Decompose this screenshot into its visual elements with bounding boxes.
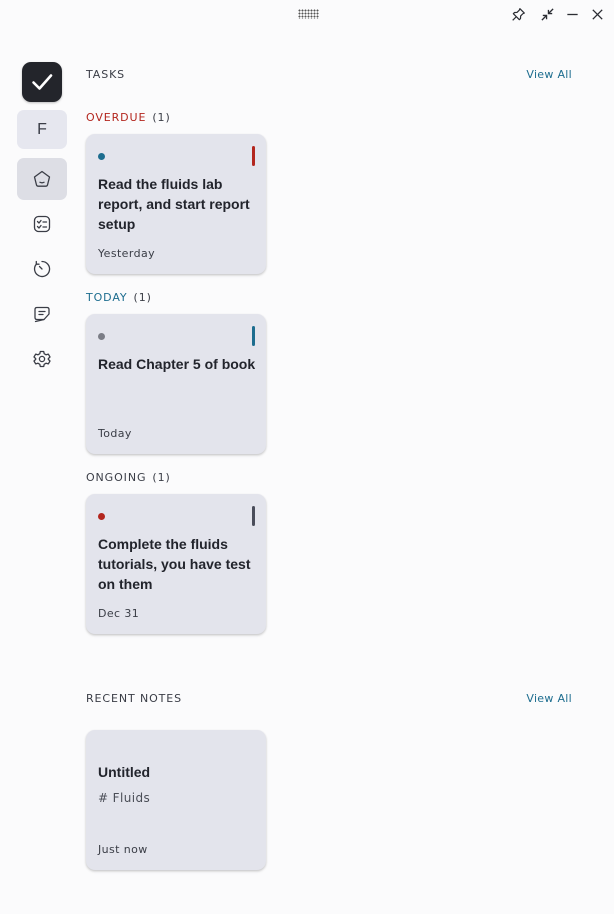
task-color-dot [98, 333, 105, 340]
minimize-icon [566, 13, 578, 15]
group-name: OVERDUE [86, 111, 147, 124]
group-count: (1) [152, 111, 171, 124]
minimize-button[interactable] [562, 4, 582, 24]
group-count: (1) [152, 471, 171, 484]
avatar-letter: F [37, 120, 47, 138]
sidebar-item-settings[interactable] [17, 338, 67, 380]
checkmark-icon [32, 74, 53, 90]
task-date: Today [98, 427, 132, 440]
title-bar [0, 0, 614, 28]
task-title: Complete the fluids tutorials, you have … [98, 536, 251, 592]
notes-header: RECENT NOTES View All [86, 690, 572, 706]
close-button[interactable] [587, 4, 607, 24]
pin-button[interactable] [508, 4, 528, 24]
close-icon [591, 8, 603, 20]
note-card[interactable]: Untitled # Fluids Just now [86, 730, 266, 870]
task-color-dot [98, 513, 105, 520]
timer-icon [33, 260, 51, 278]
note-tag: # Fluids [98, 791, 151, 805]
tasks-title: TASKS [86, 67, 126, 81]
sidebar-item-notes[interactable] [17, 293, 67, 335]
task-priority-bar [252, 326, 255, 346]
task-card[interactable]: Read the fluids lab report, and start re… [86, 134, 266, 274]
group-count: (1) [133, 291, 152, 304]
tasks-header: TASKS View All [86, 66, 572, 82]
group-name: ONGOING [86, 471, 147, 484]
note-time: Just now [98, 843, 148, 856]
task-priority-bar [252, 146, 255, 166]
notes-icon [34, 306, 50, 323]
task-date: Dec 31 [98, 607, 140, 620]
task-date: Yesterday [98, 247, 155, 260]
sidebar-item-timer[interactable] [17, 248, 67, 290]
task-color-dot [98, 153, 105, 160]
settings-icon [33, 350, 51, 368]
tasks-icon [33, 215, 51, 233]
sidebar-item-tasks[interactable] [17, 203, 67, 245]
sidebar-item-home[interactable] [17, 158, 67, 200]
note-title: Untitled [98, 764, 151, 780]
notes-view-all-link[interactable]: View All [526, 692, 572, 705]
pin-icon [511, 7, 525, 21]
notes-title: RECENT NOTES [86, 691, 183, 705]
collapse-button[interactable] [537, 4, 557, 24]
task-priority-bar [252, 506, 255, 526]
drag-handle-icon[interactable] [298, 9, 319, 19]
group-label-today: TODAY (1) [86, 291, 152, 304]
task-title: Read the fluids lab report, and start re… [98, 176, 250, 232]
task-title: Read Chapter 5 of book [98, 356, 256, 372]
avatar[interactable]: F [17, 110, 67, 149]
tasks-view-all-link[interactable]: View All [526, 68, 572, 81]
home-icon [33, 170, 51, 187]
collapse-icon [540, 7, 554, 21]
task-card[interactable]: Complete the fluids tutorials, you have … [86, 494, 266, 634]
task-card[interactable]: Read Chapter 5 of book Today [86, 314, 266, 454]
app-logo [22, 62, 62, 102]
group-name: TODAY [86, 291, 128, 304]
group-label-ongoing: ONGOING (1) [86, 471, 171, 484]
group-label-overdue: OVERDUE (1) [86, 111, 171, 124]
